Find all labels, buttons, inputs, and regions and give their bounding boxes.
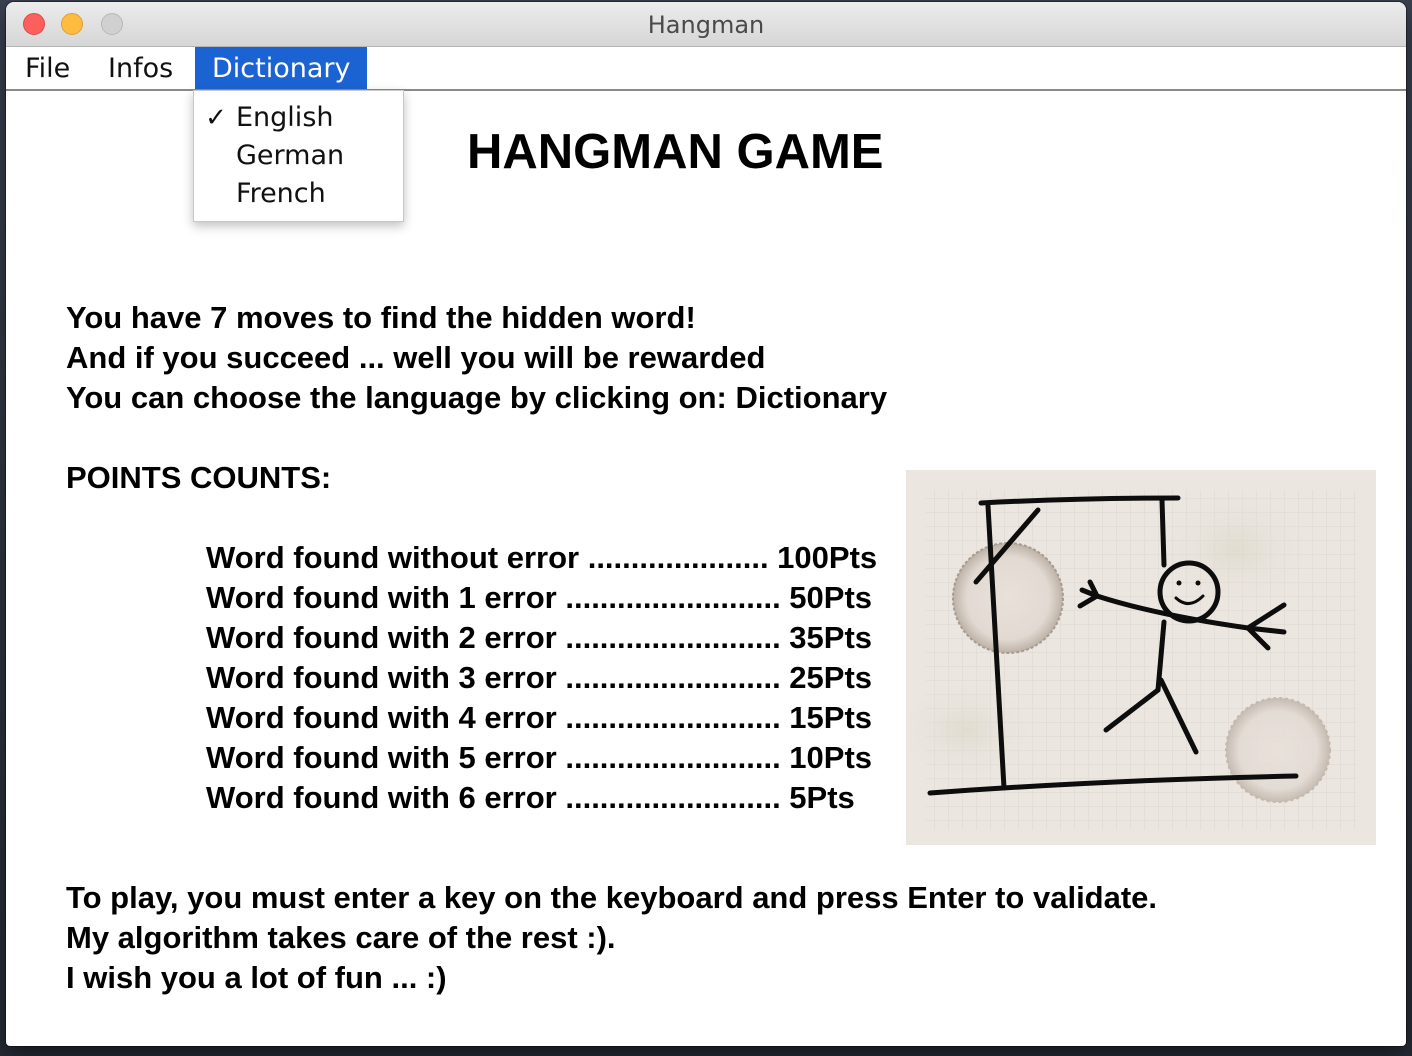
dictionary-item-german[interactable]: German — [194, 137, 403, 175]
dictionary-item-french[interactable]: French — [194, 175, 403, 213]
instruction-line: I wish you a lot of fun ... :) — [66, 960, 447, 995]
intro-line: And if you succeed ... well you will be … — [66, 340, 766, 375]
points-heading: POINTS COUNTS: — [66, 460, 332, 495]
points-line: Word found with 3 error ................… — [206, 660, 873, 695]
checkmark-icon: ✓ — [205, 103, 227, 133]
hangman-window: Hangman File Infos Dictionary ✓ English … — [6, 2, 1406, 1046]
dictionary-item-english[interactable]: ✓ English — [194, 99, 403, 137]
intro-line: You can choose the language by clicking … — [66, 380, 888, 415]
points-line: Word found with 5 error ................… — [206, 740, 873, 775]
instruction-line: My algorithm takes care of the rest :). — [66, 920, 616, 955]
menu-bar: File Infos Dictionary — [6, 47, 1406, 91]
points-line: Word found with 2 error ................… — [206, 620, 873, 655]
window-title: Hangman — [647, 11, 765, 39]
points-line: Word found without error ...............… — [206, 540, 878, 575]
dictionary-dropdown-menu: ✓ English German French — [193, 90, 404, 222]
instruction-line: To play, you must enter a key on the key… — [66, 880, 1158, 915]
points-line: Word found with 6 error ................… — [206, 780, 855, 815]
menu-dictionary[interactable]: Dictionary — [195, 47, 368, 89]
menu-file[interactable]: File — [8, 47, 87, 89]
menu-infos[interactable]: Infos — [91, 47, 190, 89]
game-title: HANGMAN GAME — [467, 125, 884, 179]
dictionary-item-label: French — [236, 178, 326, 209]
dictionary-item-label: German — [236, 140, 345, 171]
title-bar[interactable]: Hangman — [6, 2, 1406, 47]
dictionary-item-label: English — [236, 102, 334, 133]
points-line: Word found with 1 error ................… — [206, 580, 873, 615]
intro-line: You have 7 moves to find the hidden word… — [66, 300, 696, 335]
hangman-illustration — [906, 470, 1376, 845]
hangman-drawing-icon — [906, 470, 1376, 845]
points-line: Word found with 4 error ................… — [206, 700, 873, 735]
